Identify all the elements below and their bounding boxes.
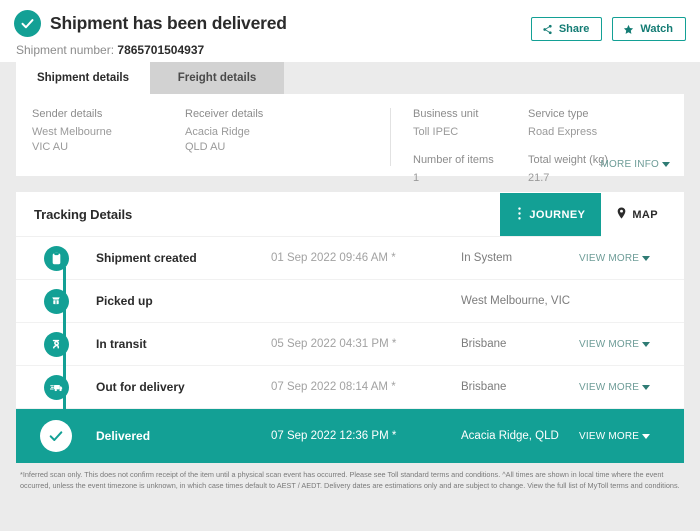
sender-region: VIC AU xyxy=(32,140,69,153)
star-icon xyxy=(623,24,634,35)
business-unit-value: Toll IPEC xyxy=(413,126,459,138)
journey-view-label: JOURNEY xyxy=(529,208,586,221)
map-view-button[interactable]: MAP xyxy=(601,192,684,237)
service-type-column: Service type Road Express Total weight (… xyxy=(528,108,668,184)
page-header: Shipment has been delivered Shipment num… xyxy=(0,0,700,62)
map-pin-icon xyxy=(617,207,626,222)
chevron-down-icon xyxy=(642,341,651,347)
chevron-down-icon xyxy=(642,384,651,390)
timeline-node-cell xyxy=(16,366,96,408)
chevron-down-icon xyxy=(642,255,651,261)
share-icon xyxy=(542,24,553,35)
timeline-event-location: West Melbourne, VIC xyxy=(461,295,571,307)
service-type-label: Service type xyxy=(528,108,589,120)
chevron-down-icon xyxy=(662,162,670,167)
timeline-node-cell xyxy=(16,280,96,322)
shipment-number-label: Shipment number: xyxy=(16,43,115,57)
timeline-node-cell xyxy=(16,409,96,463)
timeline-event-label: Shipment created xyxy=(96,251,197,265)
timeline-event-date: 07 Sep 2022 12:36 PM * xyxy=(271,430,397,442)
timeline-event-label: Picked up xyxy=(96,294,153,308)
view-more-link[interactable]: VIEW MORE xyxy=(579,382,684,393)
shipment-number: Shipment number: 7865701504937 xyxy=(16,43,686,57)
watch-button[interactable]: Watch xyxy=(612,17,686,41)
view-more-link[interactable]: VIEW MORE xyxy=(579,431,684,442)
receiver-region: QLD AU xyxy=(185,140,226,153)
business-unit-column: Business unit Toll IPEC Number of items … xyxy=(413,108,528,184)
receiver-details-label: Receiver details xyxy=(185,108,264,120)
timeline-row-picked-up[interactable]: Picked up West Melbourne, VIC xyxy=(16,280,684,323)
clipboard-icon xyxy=(43,245,69,271)
sender-details-label: Sender details xyxy=(32,108,103,120)
timeline-row-in-transit[interactable]: In transit 05 Sep 2022 04:31 PM * Brisba… xyxy=(16,323,684,366)
tab-shipment-details[interactable]: Shipment details xyxy=(16,62,150,94)
header-actions: Share Watch xyxy=(530,17,686,41)
number-of-items-block: Number of items 1 xyxy=(413,154,528,186)
more-info-toggle[interactable]: MORE INFO xyxy=(601,159,670,170)
timeline-event-label: In transit xyxy=(96,337,147,351)
more-info-label: MORE INFO xyxy=(600,159,659,170)
tracking-details-card: Tracking Details JOURNEY MAP Shipment cr… xyxy=(16,192,684,463)
view-more-label: VIEW MORE xyxy=(579,430,640,442)
timeline-event-label: Out for delivery xyxy=(96,380,185,394)
footer-disclaimer: *Inferred scan only. This does not confi… xyxy=(0,463,700,496)
view-more-link[interactable]: VIEW MORE xyxy=(579,253,684,264)
details-tabs: Shipment details Freight details xyxy=(0,62,700,94)
receiver-details-block: Receiver details Acacia Ridge QLD AU xyxy=(185,108,390,166)
tab-freight-details[interactable]: Freight details xyxy=(150,62,284,94)
tracking-timeline: Shipment created 01 Sep 2022 09:46 AM * … xyxy=(16,237,684,463)
map-view-label: MAP xyxy=(632,208,658,221)
in-transit-icon xyxy=(43,331,69,357)
sender-city: West Melbourne xyxy=(32,126,112,138)
tab-shipment-details-label: Shipment details xyxy=(36,72,130,84)
pickup-box-icon xyxy=(43,288,69,314)
number-of-items-value: 1 xyxy=(413,171,420,184)
shipment-tracking-page: Shipment has been delivered Shipment num… xyxy=(0,0,700,531)
timeline-event-date: 07 Sep 2022 08:14 AM * xyxy=(271,381,396,393)
journey-view-button[interactable]: JOURNEY xyxy=(500,193,602,236)
tracking-view-toggle: JOURNEY MAP xyxy=(500,192,684,237)
view-more-label: VIEW MORE xyxy=(579,252,640,264)
timeline-row-delivered[interactable]: Delivered 07 Sep 2022 12:36 PM * Acacia … xyxy=(16,409,684,463)
timeline-event-location: In System xyxy=(461,252,513,264)
timeline-event-date: 05 Sep 2022 04:31 PM * xyxy=(271,338,397,350)
timeline-node-cell xyxy=(16,323,96,365)
number-of-items-label: Number of items xyxy=(413,153,494,166)
chevron-down-icon xyxy=(642,433,651,439)
total-weight-value: 21.7 xyxy=(528,171,550,184)
tab-freight-details-label: Freight details xyxy=(177,72,257,84)
tracking-details-title: Tracking Details xyxy=(34,206,133,222)
timeline-row-shipment-created[interactable]: Shipment created 01 Sep 2022 09:46 AM * … xyxy=(16,237,684,280)
page-title: Shipment has been delivered xyxy=(50,13,287,33)
shipment-details-card: Sender details West Melbourne VIC AU Rec… xyxy=(16,94,684,184)
view-more-label: VIEW MORE xyxy=(579,338,640,350)
timeline-event-location: Acacia Ridge, QLD xyxy=(461,430,559,442)
timeline-event-date: 01 Sep 2022 09:46 AM * xyxy=(271,252,396,264)
journey-icon xyxy=(516,206,523,223)
share-button-label: Share xyxy=(558,23,590,35)
receiver-city: Acacia Ridge xyxy=(185,126,250,138)
shipment-attributes: Business unit Toll IPEC Number of items … xyxy=(390,108,668,184)
share-button[interactable]: Share xyxy=(530,17,603,41)
service-type-value: Road Express xyxy=(528,126,598,138)
tracking-details-header: Tracking Details JOURNEY MAP xyxy=(16,192,684,237)
timeline-event-label: Delivered xyxy=(96,429,151,443)
check-circle-icon xyxy=(40,420,72,452)
view-more-link[interactable]: VIEW MORE xyxy=(579,339,684,350)
timeline-event-location: Brisbane xyxy=(461,338,507,350)
timeline-event-location: Brisbane xyxy=(461,381,507,393)
check-circle-icon xyxy=(14,10,41,37)
view-more-label: VIEW MORE xyxy=(579,381,640,393)
business-unit-label: Business unit xyxy=(413,108,479,120)
timeline-node-cell xyxy=(16,237,96,279)
shipment-number-value: 7865701504937 xyxy=(117,43,205,57)
watch-button-label: Watch xyxy=(640,23,673,35)
delivery-truck-icon xyxy=(43,374,69,400)
timeline-row-out-for-delivery[interactable]: Out for delivery 07 Sep 2022 08:14 AM * … xyxy=(16,366,684,409)
sender-details-block: Sender details West Melbourne VIC AU xyxy=(32,108,185,166)
